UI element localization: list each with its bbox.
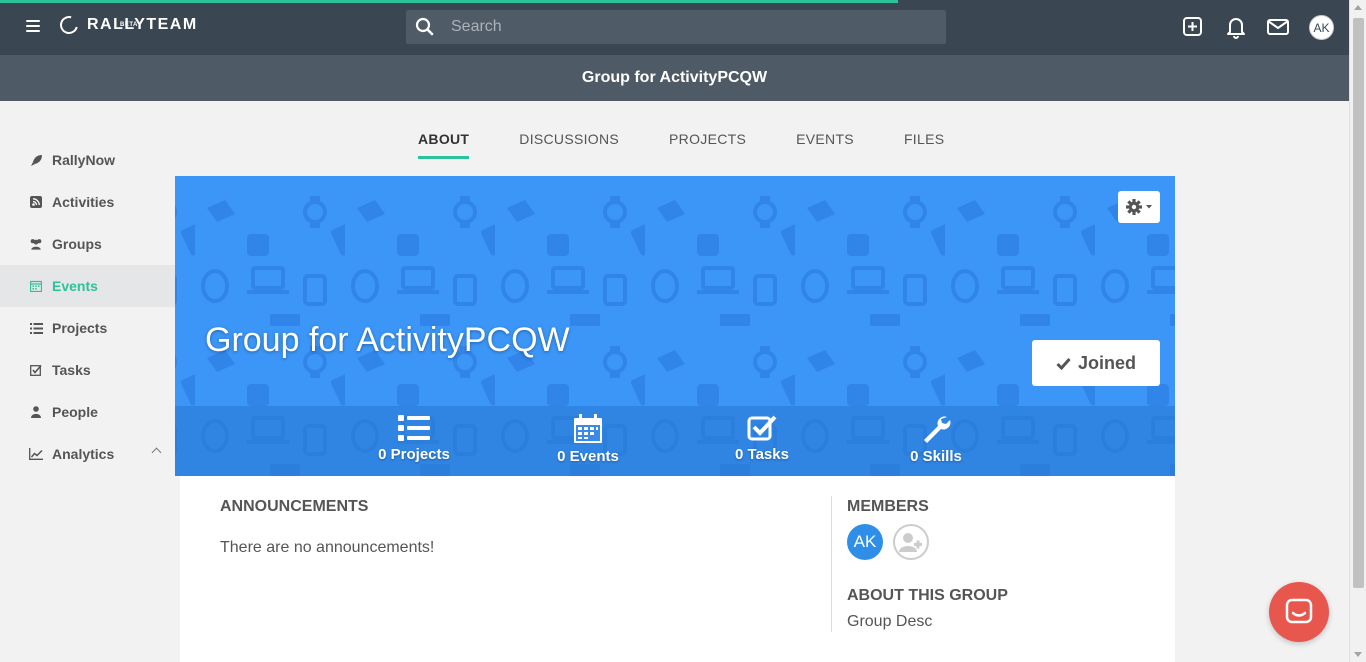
search-input[interactable] [444,18,946,36]
users-icon [29,237,43,251]
chat-icon [1285,598,1313,624]
page-title: Group for ActivityPCQW [581,69,768,86]
search-bar [406,10,946,44]
member-avatar[interactable]: AK [847,524,883,560]
sidebar-item-label: People [52,404,98,420]
beta-badge: BETA [120,22,138,28]
gear-icon [1126,199,1152,215]
stat-label: 0 Projects [378,446,450,463]
sidebar-item-rallynow[interactable]: RallyNow [0,139,175,181]
stat-events[interactable]: 0 Events [528,414,648,465]
stat-tasks[interactable]: 0 Tasks [702,414,822,463]
joined-button[interactable]: Joined [1032,340,1160,386]
checkbox-icon [29,363,43,377]
group-content-panel: ANNOUNCEMENTS There are no announcements… [180,476,1175,662]
bell-icon[interactable] [1223,14,1249,40]
sidebar-item-people[interactable]: People [0,391,175,433]
joined-label: Joined [1077,352,1136,373]
tab-about[interactable]: ABOUT [418,131,470,159]
rocket-icon [29,153,43,167]
scrollbar-thumb[interactable] [1353,18,1364,588]
tab-discussions[interactable]: DISCUSSIONS [519,131,619,159]
scroll-up-arrow-icon[interactable] [1354,5,1362,10]
content-divider [831,496,832,632]
add-user-icon [899,533,922,552]
group-tabs: ABOUT DISCUSSIONS PROJECTS EVENTS FILES [418,131,994,159]
sidebar-item-tasks[interactable]: Tasks [0,349,175,391]
sidebar-item-label: Tasks [52,362,91,378]
sidebar-item-label: Activities [52,194,115,210]
calendar-icon [574,414,602,443]
members-heading: MEMBERS [847,498,929,515]
sidebar-item-groups[interactable]: Groups [0,223,175,265]
sidebar-item-label: Projects [52,320,108,336]
user-avatar[interactable]: AK [1309,15,1334,40]
tab-events[interactable]: EVENTS [796,131,854,159]
group-title: Group for ActivityPCQW [205,321,570,359]
list-icon [398,415,430,441]
stat-projects[interactable]: 0 Projects [354,414,474,463]
tab-projects[interactable]: PROJECTS [669,131,746,159]
top-navbar: RALLYTEAM BETA AK [0,0,1349,55]
announcements-heading: ANNOUNCEMENTS [220,498,369,515]
sidebar-item-label: RallyNow [52,152,116,168]
add-member-button[interactable] [893,524,929,560]
envelope-icon[interactable] [1265,14,1291,40]
checkbox-icon [747,415,777,441]
sidebar-item-label: Groups [52,236,102,252]
stat-skills[interactable]: 0 Skills [876,414,996,465]
group-stats-bar: 0 Projects 0 Events 0 Tasks 0 Skills [175,406,1175,476]
user-icon [29,405,43,419]
group-settings-button[interactable] [1118,191,1160,223]
announcements-empty-text: There are no announcements! [220,539,435,556]
sidebar-item-projects[interactable]: Projects [0,307,175,349]
about-group-heading: ABOUT THIS GROUP [847,587,1008,604]
sidebar-item-events[interactable]: Events [0,265,175,307]
list-icon [29,321,43,335]
sidebar: RallyNow Activities Groups Events Projec… [0,139,175,475]
chat-launcher-button[interactable] [1269,582,1329,642]
stat-label: 0 Tasks [735,446,789,463]
scroll-down-arrow-icon[interactable] [1354,652,1362,657]
sidebar-item-label: Events [52,278,98,294]
sidebar-item-activities[interactable]: Activities [0,181,175,223]
chevron-up-icon[interactable] [151,447,162,458]
group-banner: Group for ActivityPCQW Joined 0 Projects… [175,176,1175,476]
logo-ring-icon [56,12,82,38]
stat-label: 0 Events [557,448,619,465]
page-scrollbar[interactable] [1349,0,1366,662]
sidebar-item-label: Analytics [52,446,115,462]
hamburger-menu-icon[interactable] [26,20,40,34]
page-title-bar: Group for ActivityPCQW [0,55,1349,101]
tab-files[interactable]: FILES [904,131,944,159]
rss-icon [29,195,43,209]
stat-label: 0 Skills [910,448,962,465]
check-icon [1056,357,1071,370]
about-group-text: Group Desc [847,613,933,630]
sidebar-item-analytics[interactable]: Analytics [0,433,175,475]
chart-line-icon [29,447,43,461]
logo-text: RALLYTEAM [87,16,198,33]
wrench-icon [924,416,951,443]
page-load-progress-bar [0,0,898,3]
calendar-icon [29,279,43,293]
search-icon [406,10,444,44]
add-plus-icon[interactable] [1180,14,1206,40]
